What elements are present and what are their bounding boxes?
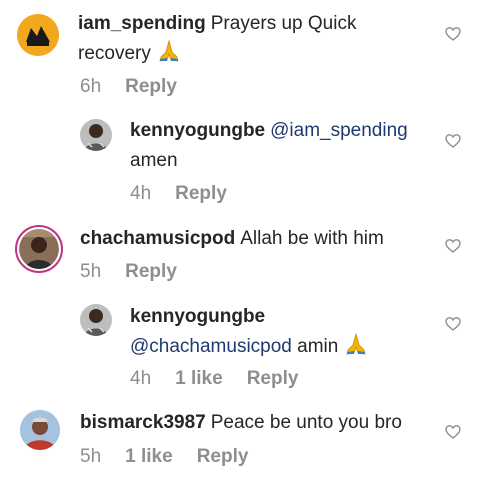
comment-text: chachamusicpod Allah be with him — [80, 224, 420, 254]
avatar[interactable] — [80, 304, 112, 336]
comment-body: Prayers up Quick — [210, 13, 357, 34]
reply-button[interactable]: Reply — [247, 368, 299, 389]
likes-count[interactable]: 1 like — [125, 446, 173, 467]
reply-button[interactable]: Reply — [125, 76, 177, 97]
avatar[interactable] — [80, 119, 112, 151]
heart-outline-icon[interactable] — [445, 238, 461, 254]
comment-time: 4h — [130, 183, 152, 204]
likes-count[interactable]: 1 like — [175, 368, 223, 389]
avatar[interactable] — [17, 14, 59, 56]
comment-text: kennyogungbe @chachamusicpod amin — [130, 302, 430, 362]
reply-button[interactable]: Reply — [197, 446, 249, 467]
mention-link[interactable]: @chachamusicpod — [130, 336, 292, 357]
heart-outline-icon[interactable] — [445, 424, 461, 440]
comment-meta: 5h 1 like Reply — [80, 446, 272, 468]
comment-time: 5h — [80, 446, 102, 467]
mention-link[interactable]: @iam_spending — [270, 120, 408, 141]
comment-meta: 4h Reply — [130, 183, 251, 205]
comment-meta: 4h 1 like Reply — [130, 368, 322, 390]
avatar[interactable] — [20, 410, 60, 450]
heart-outline-icon[interactable] — [445, 133, 461, 149]
comment-text: iam_spending Prayers up Quick recovery — [78, 9, 408, 69]
comment-text: kennyogungbe @iam_spending amen — [130, 116, 430, 176]
avatar-with-story-ring[interactable] — [15, 225, 63, 273]
comment-time: 4h — [130, 368, 152, 389]
comment-body: Allah be with him — [240, 228, 384, 249]
comment-username[interactable]: kennyogungbe — [130, 120, 265, 141]
comment-time: 6h — [80, 76, 102, 97]
comment-username[interactable]: chachamusicpod — [80, 228, 235, 249]
comment-username[interactable]: kennyogungbe — [130, 306, 265, 327]
comment-body: Peace be unto you bro — [210, 412, 402, 433]
comment-username[interactable]: bismarck3987 — [80, 412, 206, 433]
heart-outline-icon[interactable] — [445, 26, 461, 42]
comment-time: 5h — [80, 261, 102, 282]
comment-body: amin — [297, 336, 339, 357]
comment-meta: 5h Reply — [80, 261, 201, 283]
comment-body: amen — [130, 150, 178, 171]
reply-button[interactable]: Reply — [125, 261, 177, 282]
reply-button[interactable]: Reply — [175, 183, 227, 204]
comment-username[interactable]: iam_spending — [78, 13, 206, 34]
praying-hands-emoji-icon — [344, 332, 368, 355]
comment-text: bismarck3987 Peace be unto you bro — [80, 408, 440, 438]
praying-hands-emoji-icon — [157, 39, 181, 62]
comment-body-2: recovery — [78, 43, 151, 64]
heart-outline-icon[interactable] — [445, 316, 461, 332]
comment-meta: 6h Reply — [80, 76, 201, 98]
